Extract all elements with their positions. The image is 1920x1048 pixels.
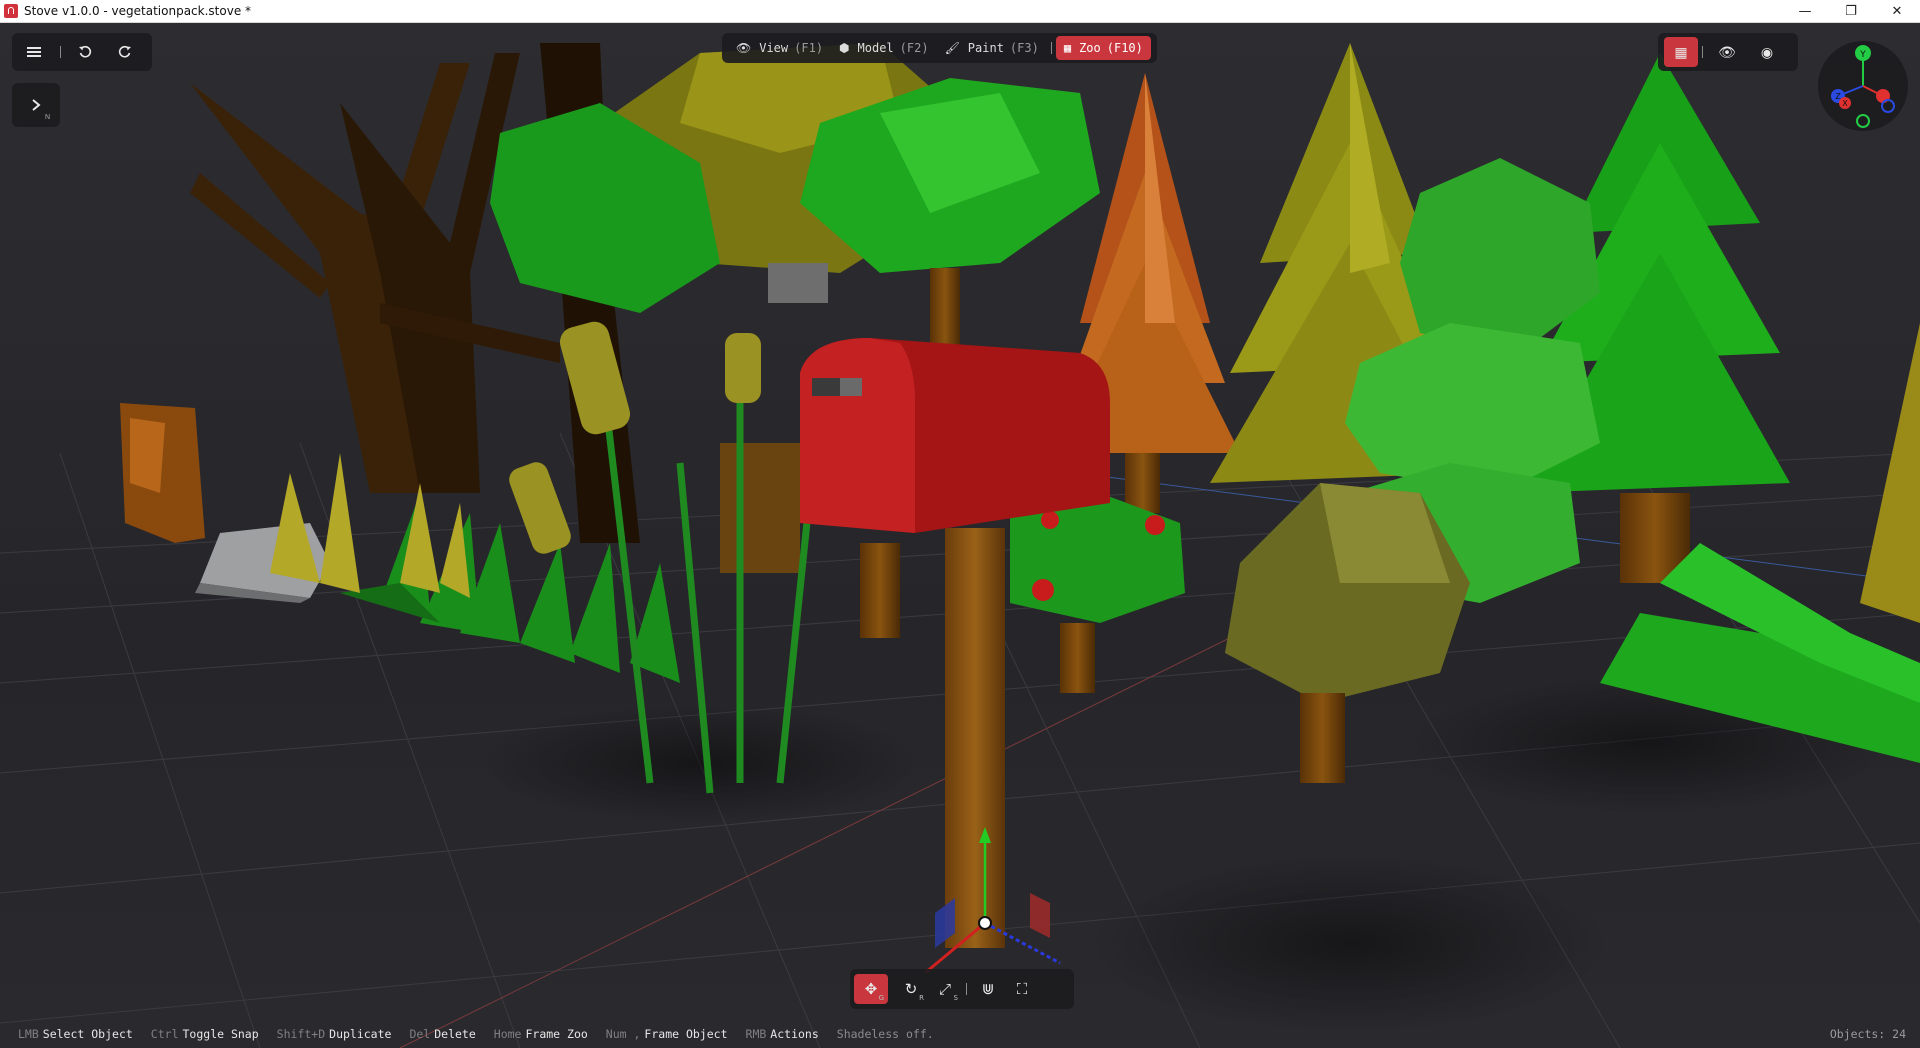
hint-snap: Ctrl Toggle Snap	[150, 1027, 259, 1041]
move-icon: ✥	[864, 981, 878, 998]
hint-duplicate: Shift+D Duplicate	[276, 1027, 392, 1041]
minimize-button[interactable]: —	[1782, 0, 1828, 22]
shadeless-status: Shadeless off.	[836, 1027, 934, 1041]
frame-tool-button[interactable]: ⛶	[1005, 974, 1039, 1004]
brush-icon: 🖌	[944, 41, 960, 55]
eye-icon: 👁	[1718, 43, 1736, 60]
tab-paint[interactable]: 🖌 Paint (F3)	[937, 36, 1047, 60]
frame-icon: ⛶	[1016, 980, 1028, 998]
hint-actions: RMB Actions	[745, 1027, 819, 1041]
visibility-button[interactable]: 👁	[1707, 33, 1747, 71]
rotate-tool-button[interactable]: ↻ R	[894, 974, 928, 1004]
hint-frame-object: Num , Frame Object	[605, 1027, 728, 1041]
environment-button[interactable]: ◉	[1747, 33, 1787, 71]
status-bar: LMB Select Object Ctrl Toggle Snap Shift+D…	[0, 1020, 1920, 1048]
magnet-icon: ⋓	[981, 981, 995, 998]
axis-orientation-gizmo[interactable]: Y Z X	[1818, 41, 1908, 131]
grid-icon: ▦	[1063, 41, 1072, 55]
tab-view[interactable]: 👁 View (F1)	[728, 36, 831, 60]
redo-icon	[118, 45, 131, 58]
chevron-right-icon	[32, 99, 41, 111]
undo-icon	[79, 45, 92, 58]
tool-separator	[966, 983, 967, 995]
axis-x-label: X	[1842, 99, 1848, 108]
axis-y-label: Y	[1859, 50, 1866, 60]
transform-toolbar: ✥ G ↻ R ⤢ S ⋓ ⛶	[850, 969, 1074, 1009]
menu-button[interactable]	[12, 33, 56, 71]
globe-icon: ◉	[1760, 43, 1774, 60]
tab-zoo[interactable]: ▦ Zoo (F10)	[1055, 36, 1151, 60]
axis-gizmo-graphic: Y Z X	[1831, 45, 1895, 128]
stump	[120, 403, 205, 543]
grid-toggle-button[interactable]: ▦	[1664, 37, 1698, 67]
scene-render	[0, 43, 1920, 1048]
toolbar-separator	[60, 46, 61, 58]
history-toolbar	[12, 33, 152, 71]
grid-icon: ▦	[1674, 43, 1688, 60]
scale-tool-button[interactable]: ⤢ S	[928, 974, 962, 1004]
app-logo-icon	[4, 4, 18, 18]
tab-separator	[1050, 42, 1052, 54]
snap-tool-button[interactable]: ⋓	[971, 974, 1005, 1004]
hint-frame-zoo: Home Frame Zoo	[493, 1027, 588, 1041]
apple-bush	[1010, 493, 1185, 693]
cube-icon: ⬢	[839, 41, 850, 55]
hint-delete: Del Delete	[409, 1027, 476, 1041]
close-button[interactable]: ✕	[1874, 0, 1920, 22]
eye-icon: 👁	[736, 41, 752, 55]
window-controls: — ❐ ✕	[1782, 0, 1920, 22]
toolbar-separator	[1702, 46, 1703, 58]
axis-z-label: Z	[1835, 92, 1841, 101]
restore-button[interactable]: ❐	[1828, 0, 1874, 22]
expand-hint: N	[44, 114, 50, 121]
hint-select: LMB Select Object	[18, 1027, 133, 1041]
object-count: Objects: 24	[1829, 1027, 1906, 1041]
scale-icon: ⤢	[938, 980, 951, 998]
hamburger-menu-icon	[27, 47, 41, 57]
view-toolbar: ▦ 👁 ◉	[1658, 33, 1798, 71]
expand-panel-button[interactable]: N	[12, 83, 60, 127]
undo-button[interactable]	[65, 33, 105, 71]
redo-button[interactable]	[105, 33, 145, 71]
viewport-3d[interactable]: N 👁 View (F1) ⬢ Model (F2) 🖌 Paint (F3) …	[0, 23, 1920, 1048]
rotate-icon: ↻	[904, 981, 918, 998]
mode-tabs: 👁 View (F1) ⬢ Model (F2) 🖌 Paint (F3) ▦ …	[722, 33, 1157, 63]
title-bar: Stove v1.0.0 - vegetationpack.stove * — …	[0, 0, 1920, 23]
window-title: Stove v1.0.0 - vegetationpack.stove *	[24, 4, 252, 18]
move-tool-button[interactable]: ✥ G	[854, 974, 888, 1004]
tab-model[interactable]: ⬢ Model (F2)	[831, 36, 937, 60]
